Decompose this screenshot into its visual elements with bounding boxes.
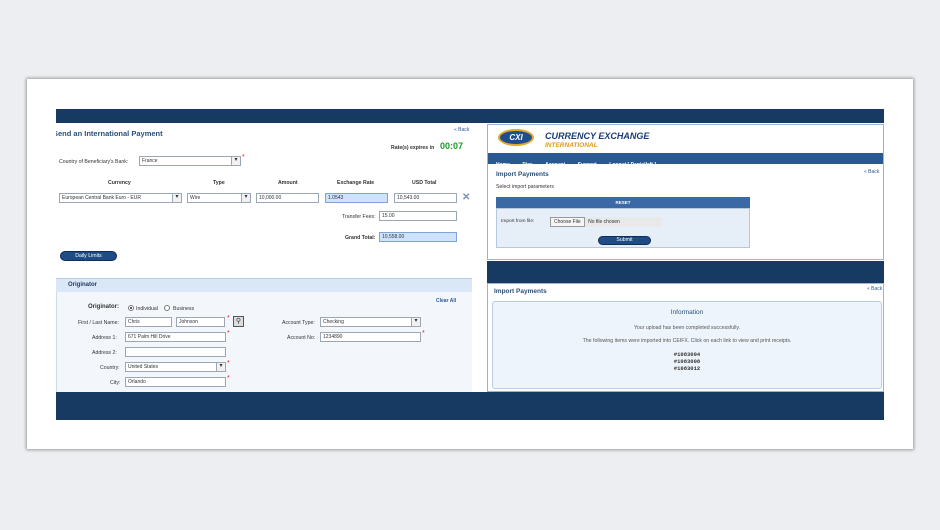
back-link[interactable]: « Back: [454, 127, 469, 133]
nav-logout[interactable]: Logout [ Danielleft ]: [609, 162, 656, 168]
type-value: Wire: [190, 195, 201, 201]
originator-type-label: Originator:: [88, 304, 119, 310]
col-header-amount: Amount: [278, 180, 298, 186]
result-title: Import Payments: [494, 288, 547, 295]
import-result-panel: Import Payments « Back Information Your …: [487, 283, 884, 392]
brand-subtitle: INTERNATIONAL: [545, 142, 598, 149]
transfer-fees-label: Transfer Fees:: [342, 214, 376, 220]
account-no-input[interactable]: 1234890: [320, 332, 421, 342]
import-form: Import from file: Choose File No file ch…: [496, 208, 750, 248]
back-link[interactable]: « Back: [867, 286, 882, 292]
country-label: Country of Beneficiary's Bank:: [59, 159, 129, 165]
last-name-input[interactable]: Johnson: [176, 317, 225, 327]
required-marker: *: [242, 154, 245, 161]
transfer-fees-field: 15.00: [379, 211, 457, 221]
imported-message: The following items were imported into C…: [582, 338, 792, 344]
information-box: Information Your upload has been complet…: [492, 301, 882, 389]
receipt-link[interactable]: #1083008: [493, 358, 881, 365]
currency-value: European Central Bank Euro - EUR: [62, 195, 141, 201]
col-header-currency: Currency: [108, 180, 131, 186]
originator-section-header: Originator: [56, 278, 472, 292]
account-type-select[interactable]: Checking ▾: [320, 317, 421, 327]
chevron-down-icon: ▾: [231, 157, 240, 165]
rate-expiry-label: Rate(s) expires in: [391, 145, 435, 151]
originator-country-value: United States: [128, 364, 159, 370]
cxi-import-panel: CXI CURRENCY EXCHANGE INTERNATIONAL Home…: [487, 124, 884, 260]
city-label: City:: [110, 380, 121, 386]
col-header-usd-total: USD Total: [412, 180, 437, 186]
country-select[interactable]: France ▾: [139, 156, 241, 166]
cxi-logo: CXI: [498, 129, 534, 146]
import-title: Import Payments: [496, 171, 549, 178]
col-header-type: Type: [213, 180, 225, 186]
address1-input[interactable]: 671 Palm Hill Drive: [125, 332, 226, 342]
account-type-label: Account Type:: [282, 320, 315, 326]
address2-input[interactable]: [125, 347, 226, 357]
originator-section: Clear All Originator: Individual Busines…: [56, 292, 472, 392]
send-payment-panel: Send an International Payment « Back Rat…: [56, 123, 474, 392]
address1-label: Address 1:: [92, 335, 117, 341]
page-title: Send an International Payment: [56, 129, 163, 138]
radio-business[interactable]: [164, 305, 170, 311]
name-label: First / Last Name:: [78, 320, 119, 326]
country-label: Country:: [100, 365, 120, 371]
nav-account[interactable]: Account: [545, 162, 565, 168]
receipt-link[interactable]: #1083004: [493, 351, 881, 358]
no-file-text: No file chosen: [588, 219, 620, 225]
usd-total-field: 10,543.00: [394, 193, 457, 203]
submit-button[interactable]: Submit: [598, 236, 651, 245]
required-marker: *: [227, 360, 230, 367]
required-marker: *: [422, 330, 425, 337]
chevron-down-icon: ▾: [241, 194, 250, 202]
back-link[interactable]: « Back: [864, 169, 879, 175]
nav-support[interactable]: Support: [578, 162, 597, 168]
chevron-down-icon: ▾: [172, 194, 181, 202]
choose-file-button[interactable]: Choose File: [550, 217, 585, 227]
type-select[interactable]: Wire ▾: [187, 193, 251, 203]
radio-individual[interactable]: [128, 305, 134, 311]
reset-button[interactable]: RESET: [496, 197, 750, 208]
search-icon[interactable]: ⚲: [233, 316, 244, 327]
divider-bar: [487, 261, 884, 283]
clear-all-link[interactable]: Clear All: [436, 298, 456, 304]
chevron-down-icon: ▾: [411, 318, 420, 326]
account-no-label: Account No:: [287, 335, 316, 341]
info-title: Information: [670, 309, 704, 316]
amount-input[interactable]: 10,000.00: [256, 193, 319, 203]
footer-bar: [56, 392, 884, 420]
required-marker: *: [227, 375, 230, 382]
file-picker[interactable]: Choose File No file chosen: [550, 217, 662, 227]
first-name-input[interactable]: Chris: [125, 317, 172, 327]
account-type-value: Checking: [323, 319, 344, 325]
required-marker: *: [227, 330, 230, 337]
required-marker: *: [227, 315, 230, 322]
import-file-label: Import from file:: [501, 219, 535, 224]
receipt-link[interactable]: #1083012: [493, 365, 881, 372]
radio-individual-label: Individual: [136, 306, 158, 312]
exchange-rate-field: 1.0543: [325, 193, 388, 203]
address2-label: Address 2:: [92, 350, 117, 356]
cxi-nav: Home Pics Account Support Logout [ Danie…: [488, 153, 883, 168]
import-subtitle: Select import parameters: [496, 184, 554, 190]
country-value: France: [142, 158, 158, 164]
originator-country-select[interactable]: United States ▾: [125, 362, 226, 372]
nav-pics[interactable]: Pics: [522, 162, 532, 168]
chevron-down-icon: ▾: [216, 363, 225, 371]
nav-home[interactable]: Home: [496, 162, 510, 168]
rate-timer: 00:07: [440, 141, 464, 151]
success-message: Your upload has been completed successfu…: [633, 325, 741, 331]
grand-total-label: Grand Total:: [345, 235, 376, 241]
daily-limits-button[interactable]: Daily Limits: [60, 251, 117, 261]
col-header-exchange-rate: Exchange Rate: [337, 180, 375, 186]
header-bar: [56, 109, 884, 123]
city-input[interactable]: Orlando: [125, 377, 226, 387]
radio-business-label: Business: [173, 306, 195, 312]
brand-name: CURRENCY EXCHANGE: [545, 131, 650, 141]
currency-select[interactable]: European Central Bank Euro - EUR ▾: [59, 193, 182, 203]
x-icon[interactable]: ✕: [462, 192, 470, 203]
grand-total-field: 10,558.00: [379, 232, 457, 242]
